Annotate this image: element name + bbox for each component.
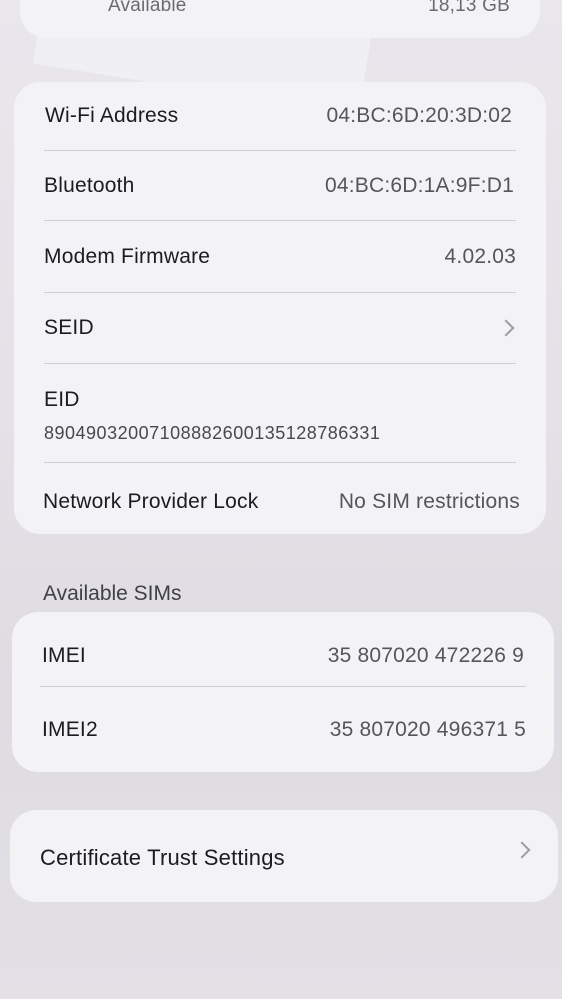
wifi-address-value: 04:BC:6D:20:3D:02 bbox=[326, 104, 512, 127]
imei2-value: 35 807020 496371 5 bbox=[329, 718, 526, 741]
available-label: Available bbox=[108, 0, 187, 16]
seid-label: SEID bbox=[44, 316, 94, 339]
bluetooth-row: Bluetooth 04:BC:6D:1A:9F:D1 bbox=[14, 170, 546, 202]
eid-value: 89049032007108882600135128786331 bbox=[44, 422, 381, 443]
network-provider-lock-value: No SIM restrictions bbox=[338, 490, 520, 513]
imei2-row: IMEI2 35 807020 496371 5 bbox=[12, 712, 554, 748]
available-value: 18,13 GB bbox=[428, 0, 510, 16]
divider bbox=[44, 150, 516, 151]
imei-value: 35 807020 472226 9 bbox=[327, 644, 524, 667]
modem-firmware-label: Modem Firmware bbox=[44, 245, 211, 268]
storage-card: Available 18,13 GB bbox=[20, 0, 540, 38]
divider bbox=[40, 686, 526, 687]
wifi-address-label: Wi-Fi Address bbox=[45, 104, 179, 127]
modem-firmware-value: 4.02.03 bbox=[444, 245, 516, 268]
divider bbox=[44, 220, 516, 221]
chevron-right-icon bbox=[513, 841, 531, 859]
imei-row: IMEI 35 807020 472226 9 bbox=[12, 638, 554, 674]
modem-firmware-row: Modem Firmware 4.02.03 bbox=[14, 241, 546, 273]
divider bbox=[44, 363, 516, 364]
divider bbox=[44, 462, 516, 463]
sims-card: IMEI 35 807020 472226 9 IMEI2 35 807020 … bbox=[12, 612, 554, 772]
available-sims-header: Available SIMs bbox=[43, 582, 182, 605]
certificate-trust-settings-label: Certificate Trust Settings bbox=[40, 845, 285, 870]
available-row: Available 18,13 GB bbox=[20, 0, 540, 18]
seid-row[interactable]: SEID bbox=[14, 312, 546, 344]
certificate-trust-settings-row[interactable]: Certificate Trust Settings bbox=[10, 840, 558, 876]
wifi-address-row: Wi-Fi Address 04:BC:6D:20:3D:02 bbox=[14, 100, 546, 132]
imei-label: IMEI bbox=[42, 644, 86, 667]
imei2-label: IMEI2 bbox=[42, 718, 98, 741]
eid-value-row: 89049032007108882600135128786331 bbox=[14, 420, 546, 446]
bluetooth-value: 04:BC:6D:1A:9F:D1 bbox=[325, 174, 514, 197]
eid-row: EID bbox=[14, 384, 546, 416]
bluetooth-label: Bluetooth bbox=[44, 174, 135, 197]
chevron-right-icon bbox=[497, 319, 515, 337]
certificate-trust-card: Certificate Trust Settings bbox=[10, 810, 558, 902]
network-provider-lock-label: Network Provider Lock bbox=[43, 490, 259, 513]
divider bbox=[44, 292, 516, 293]
device-info-card: Wi-Fi Address 04:BC:6D:20:3D:02 Bluetoot… bbox=[14, 82, 546, 534]
eid-label: EID bbox=[44, 388, 80, 411]
network-provider-lock-row: Network Provider Lock No SIM restriction… bbox=[14, 484, 546, 520]
